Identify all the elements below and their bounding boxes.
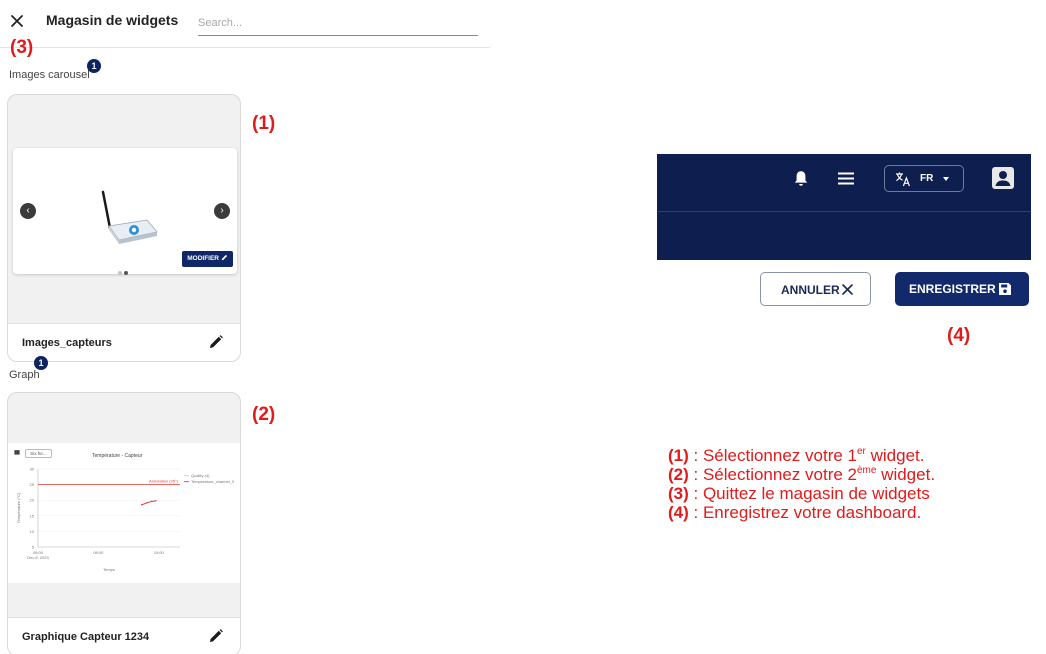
widget-card-carousel[interactable]: ‹ › MODIFIER Images_capteurs (7, 94, 241, 362)
close-icon[interactable] (8, 12, 26, 30)
legend-number: (3) (668, 484, 689, 503)
translate-icon (896, 172, 910, 187)
widget-name: Images_capteurs (22, 337, 112, 349)
modifier-button[interactable]: MODIFIER (182, 251, 233, 267)
data-point (155, 500, 157, 502)
legend-superscript: ème (857, 465, 877, 476)
legend-text: : Sélectionnez votre 1 (688, 446, 858, 465)
store-title: Magasin de widgets (46, 12, 179, 28)
section-label-carousel: Images carousel (9, 69, 90, 81)
account-icon[interactable] (991, 166, 1015, 190)
x-tick-label: 08:00 (93, 550, 104, 555)
legend-text: widget. (865, 446, 925, 465)
temperature-chart: 3025201510506:00 08:00 10:00Dec 8, 2023Tem… (16, 467, 235, 573)
y-tick-label: 30 (30, 467, 35, 472)
carousel-next-button[interactable]: › (214, 203, 230, 219)
dashboard-header: FR (657, 154, 1031, 260)
header-divider (657, 211, 1031, 212)
instructions-legend: (1) : Sélectionnez votre 1er widget. (2)… (668, 446, 1046, 522)
carousel-dots (118, 262, 138, 275)
carousel-preview: ‹ › MODIFIER (13, 148, 237, 275)
sensor-device-image (101, 190, 158, 244)
threshold-label: Annotation (25°) (149, 479, 179, 484)
legend-text: widget. (876, 465, 936, 484)
pencil-icon (221, 254, 228, 261)
section-count-badge: 1 (34, 356, 48, 370)
legend-entry: Temperature_channel_0 (191, 479, 235, 484)
search-input[interactable] (198, 10, 478, 36)
carousel-prev-button[interactable]: ‹ (20, 203, 36, 219)
legend-line: (3) : Quittez le magasin de widgets (668, 484, 1046, 503)
annotation-label-1: (1) (252, 113, 276, 134)
annotation-label-3: (3) (10, 37, 34, 58)
legend-number: (1) (668, 446, 689, 465)
annotation-label-4: (4) (947, 325, 971, 346)
data-point (150, 500, 153, 503)
y-axis-label: Température (°C) (16, 492, 21, 523)
edit-icon[interactable] (208, 628, 224, 644)
close-icon (842, 284, 853, 295)
y-tick-label: 5 (32, 545, 35, 550)
menu-icon[interactable] (838, 172, 854, 185)
calendar-icon (14, 450, 20, 455)
x-tick-label: 10:00 (154, 550, 165, 555)
section-count-badge: 1 (87, 59, 101, 73)
y-tick-label: 10 (30, 529, 35, 534)
save-label: ENREGISTRER (909, 282, 996, 296)
legend-text: : Enregistrez votre dashboard. (688, 503, 922, 522)
legend-superscript: er (857, 446, 866, 457)
card-footer: Graphique Capteur 1234 (8, 617, 240, 654)
modifier-label: MODIFIER (187, 255, 219, 262)
data-point (140, 504, 143, 506)
widget-card-graph[interactable]: Six he... Température - Capteur 30 25 20 15… (7, 392, 241, 654)
carousel-dot[interactable] (118, 271, 122, 275)
y-tick-label: 20 (30, 498, 35, 503)
annotation-label-2: (2) (252, 404, 276, 425)
edit-icon[interactable] (208, 334, 224, 350)
legend-line: (4) : Enregistrez votre dashboard. (668, 503, 1046, 522)
legend-number: (4) (668, 503, 689, 522)
legend-text: : Sélectionnez votre 2 (688, 465, 858, 484)
section-label-graph: Graph (9, 369, 40, 381)
save-icon (999, 283, 1011, 295)
x-axis-label: Temps (103, 567, 115, 572)
legend-line: (1) : Sélectionnez votre 1er widget. (668, 446, 1046, 465)
legend-line: (2) : Sélectionnez votre 2ème widget. (668, 465, 1046, 484)
language-selector[interactable]: FR (884, 165, 964, 192)
save-button[interactable]: ENREGISTRER (895, 272, 1029, 306)
date-range-value: Six he... (25, 449, 52, 458)
carousel-dot-active[interactable] (124, 271, 128, 275)
cancel-label: ANNULER (781, 283, 840, 297)
y-tick-label: 15 (30, 513, 35, 518)
graph-preview: Six he... Température - Capteur 30 25 20 15… (8, 443, 240, 583)
legend-number: (2) (668, 465, 689, 484)
chart-title: Température - Capteur (92, 453, 143, 459)
x-date-label: Dec 8, 2023 (27, 555, 49, 560)
cancel-button[interactable]: ANNULER (760, 272, 871, 306)
bell-icon[interactable] (793, 170, 809, 187)
legend-text: : Quittez le magasin de widgets (688, 484, 930, 503)
language-code: FR (920, 173, 934, 184)
legend-entry: Quality (4) (191, 473, 210, 478)
widget-name: Graphique Capteur 1234 (22, 631, 150, 643)
data-point (146, 501, 149, 504)
series-line (141, 500, 156, 506)
y-tick-label: 25 (30, 482, 35, 487)
chevron-down-icon (943, 177, 949, 181)
date-selector: Six he... (14, 449, 52, 460)
header-divider (0, 47, 490, 48)
